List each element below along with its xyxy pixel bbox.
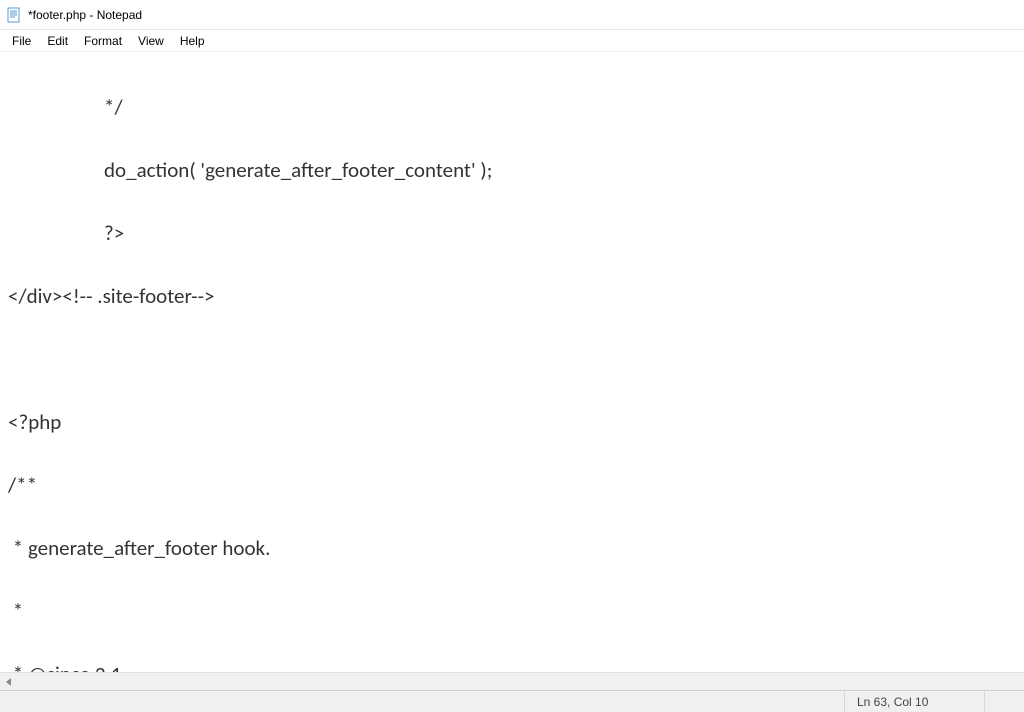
menu-edit[interactable]: Edit — [39, 32, 76, 50]
status-right-cell — [984, 691, 1024, 712]
statusbar: Ln 63, Col 10 — [0, 690, 1024, 712]
notepad-icon — [6, 7, 22, 23]
text-editor-area[interactable]: */ do_action( 'generate_after_footer_con… — [0, 52, 1024, 672]
code-line — [8, 344, 1016, 376]
titlebar: *footer.php - Notepad — [0, 0, 1024, 30]
window-title: *footer.php - Notepad — [28, 8, 142, 22]
horizontal-scrollbar[interactable] — [0, 672, 1024, 690]
code-line: * — [8, 596, 1016, 628]
code-line: /** — [8, 470, 1016, 502]
code-line: <?php — [8, 407, 1016, 439]
scroll-left-arrow-icon[interactable] — [0, 673, 18, 691]
code-line: do_action( 'generate_after_footer_conten… — [8, 155, 1016, 187]
menubar: File Edit Format View Help — [0, 30, 1024, 52]
status-cursor-position: Ln 63, Col 10 — [844, 691, 984, 712]
menu-format[interactable]: Format — [76, 32, 130, 50]
code-line: * @since 2.1 — [8, 659, 1016, 673]
code-line: */ — [8, 92, 1016, 124]
menu-help[interactable]: Help — [172, 32, 213, 50]
code-line: * generate_after_footer hook. — [8, 533, 1016, 565]
menu-view[interactable]: View — [130, 32, 172, 50]
code-line: ?> — [8, 218, 1016, 250]
menu-file[interactable]: File — [4, 32, 39, 50]
code-line: </div><!-- .site-footer--> — [8, 281, 1016, 313]
